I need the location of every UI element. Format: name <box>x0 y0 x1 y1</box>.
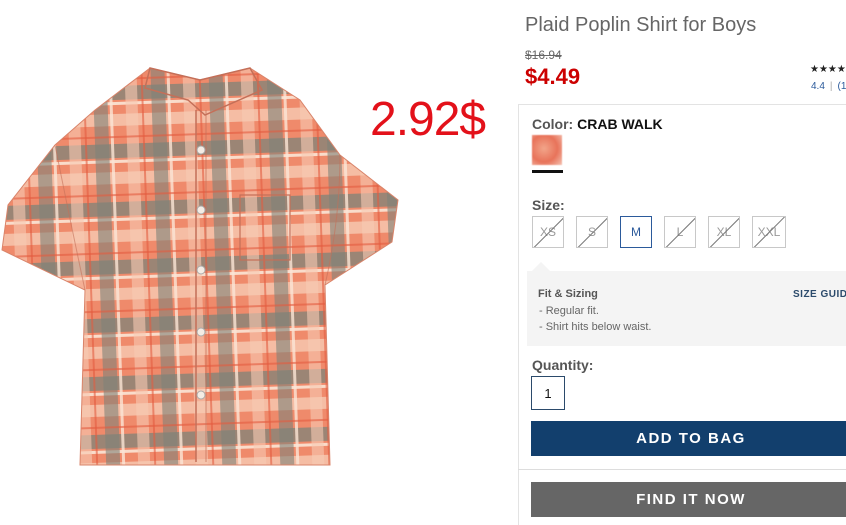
color-swatch-crab-walk[interactable] <box>532 135 562 165</box>
plaid-shirt-image <box>1 67 399 466</box>
product-image <box>0 60 400 470</box>
color-label-text: Color: <box>532 116 574 132</box>
rating-value: 4.4 <box>811 81 825 92</box>
rating-summary[interactable]: 4.4 | (1 <box>811 81 846 92</box>
original-price: $16.94 <box>525 48 562 62</box>
rating-separator: | <box>829 81 833 92</box>
fit-sizing-title: Fit & Sizing <box>538 288 598 300</box>
size-label: Size: <box>532 197 565 213</box>
quantity-input[interactable]: 1 <box>531 376 565 410</box>
size-option-l[interactable]: L <box>664 216 696 248</box>
overlay-price-annotation: 2.92$ <box>370 93 486 146</box>
review-count: (1 <box>837 81 846 92</box>
find-it-now-button[interactable]: FIND IT NOW <box>531 482 846 517</box>
quantity-label: Quantity: <box>532 357 594 373</box>
fit-detail-line: - Shirt hits below waist. <box>539 321 652 333</box>
section-divider <box>518 469 846 470</box>
size-option-xxl[interactable]: XXL <box>752 216 786 248</box>
sale-price: $4.49 <box>525 64 581 89</box>
fit-detail-line: - Regular fit. <box>539 305 599 317</box>
color-value: CRAB WALK <box>577 116 663 132</box>
swatch-selected-indicator <box>532 170 563 173</box>
size-option-m[interactable]: M <box>620 216 652 248</box>
color-label: Color: CRAB WALK <box>532 116 663 132</box>
size-option-xs[interactable]: XS <box>532 216 564 248</box>
fit-box-pointer <box>532 262 550 271</box>
size-option-s[interactable]: S <box>576 216 608 248</box>
size-option-xl[interactable]: XL <box>708 216 740 248</box>
size-guide-link[interactable]: SIZE GUID <box>793 289 846 300</box>
add-to-bag-button[interactable]: ADD TO BAG <box>531 421 846 456</box>
product-title: Plaid Poplin Shirt for Boys <box>525 14 757 36</box>
rating-stars-icon[interactable]: ★★★★ <box>810 64 846 75</box>
